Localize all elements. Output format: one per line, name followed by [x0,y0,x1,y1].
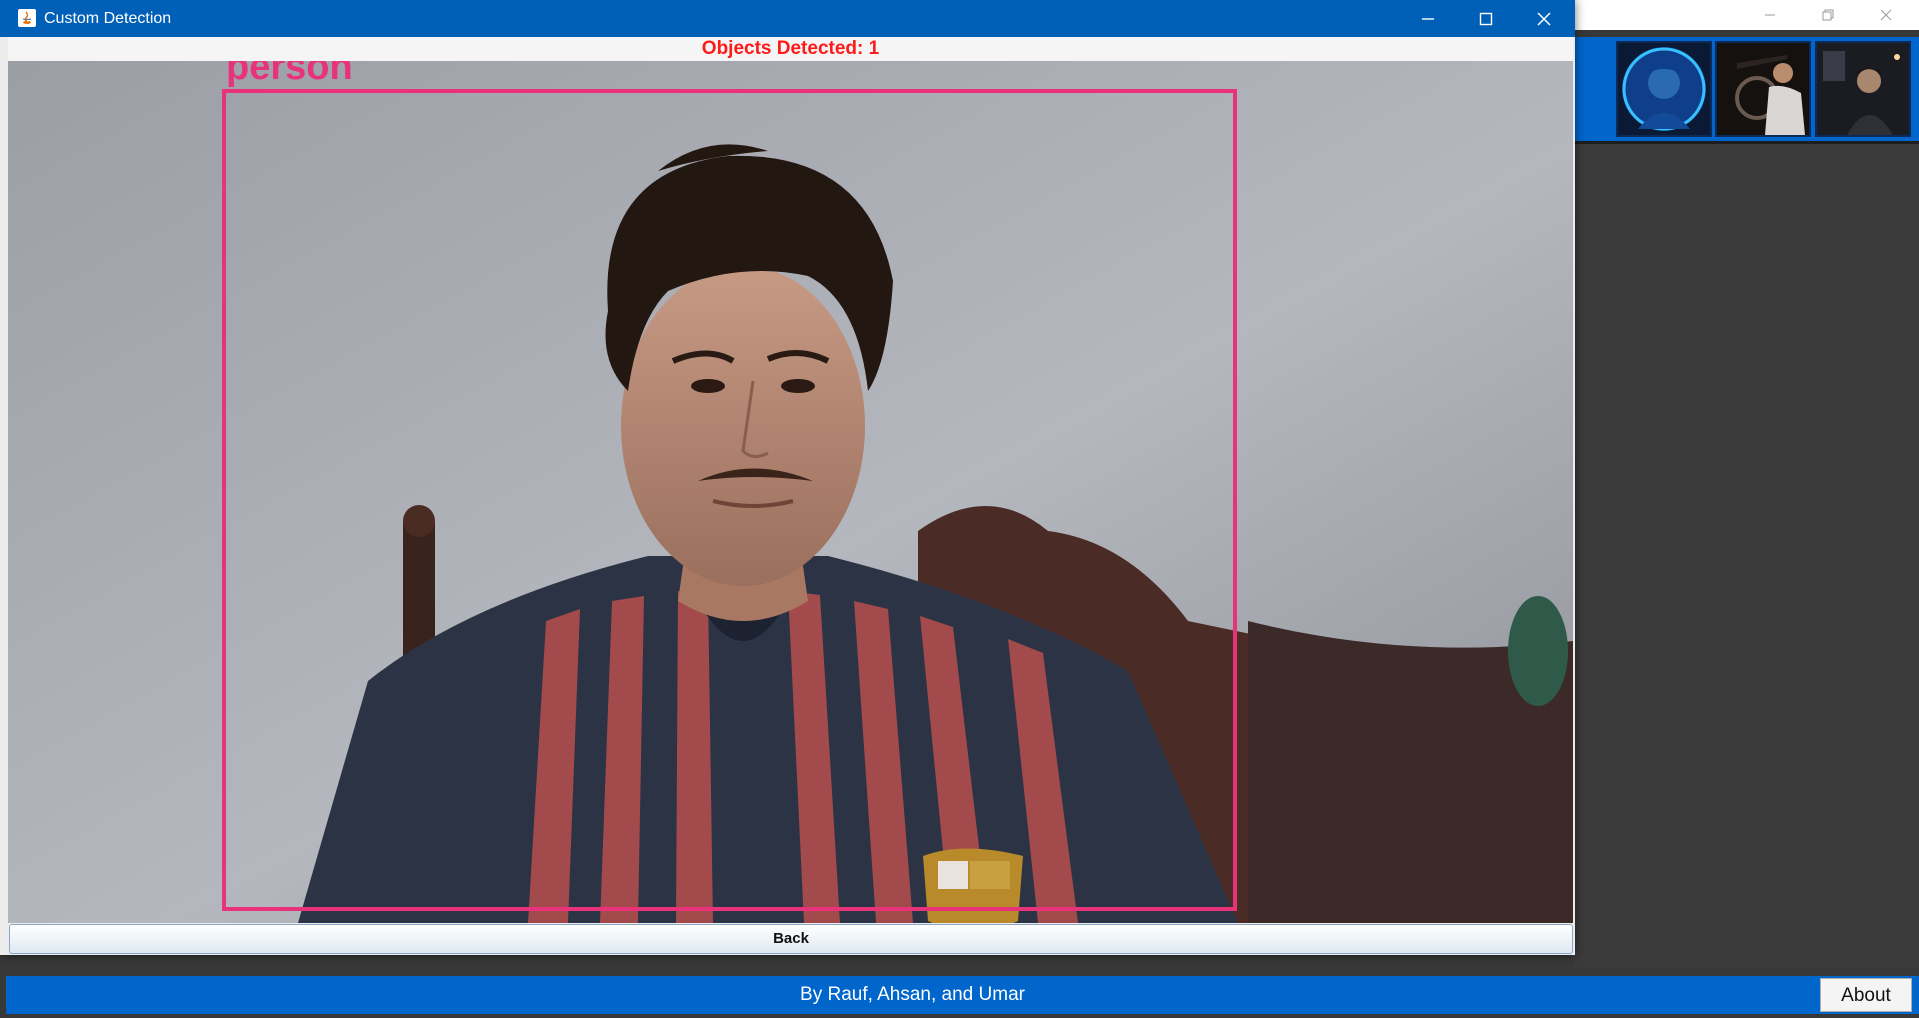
about-button[interactable]: About [1820,978,1912,1012]
main-content-area [1573,141,1919,969]
camera-frame-image [8,61,1573,923]
back-button[interactable]: Back [9,924,1573,954]
minimize-icon [1765,14,1775,16]
maximize-icon [1479,12,1493,25]
profile-thumbnail-2[interactable] [1715,41,1811,137]
header-divider [1573,141,1919,144]
dialog-title: Custom Detection [44,10,172,27]
minimize-icon [1422,17,1434,20]
detection-label: person [226,61,353,88]
dialog-title-bar[interactable]: Custom Detection [0,0,1575,37]
status-bar: Objects Detected: 1 [8,37,1573,62]
dialog-minimize-button[interactable] [1399,0,1457,37]
close-icon [1537,11,1551,26]
close-icon [1880,9,1892,21]
restore-icon [1822,9,1834,21]
dialog-close-button[interactable] [1515,0,1573,37]
custom-detection-window: Custom Detection Objects Detected: 1 per… [0,0,1575,955]
camera-feed: person [8,61,1573,923]
main-restore-button[interactable] [1808,2,1848,28]
profile-thumbnail-3[interactable] [1815,41,1911,137]
java-app-icon [18,9,36,27]
objects-detected-count: Objects Detected: 1 [701,38,880,59]
footer-bar: By Rauf, Ahsan, and Umar [6,976,1919,1014]
main-close-button[interactable] [1866,2,1906,28]
profile-thumbnail-1[interactable] [1616,41,1712,137]
avatar-image [1717,43,1809,135]
credits-text: By Rauf, Ahsan, and Umar [800,984,1025,1005]
main-minimize-button[interactable] [1750,2,1790,28]
avatar-image [1817,43,1909,135]
dialog-maximize-button[interactable] [1457,0,1515,37]
avatar-image [1618,43,1710,135]
